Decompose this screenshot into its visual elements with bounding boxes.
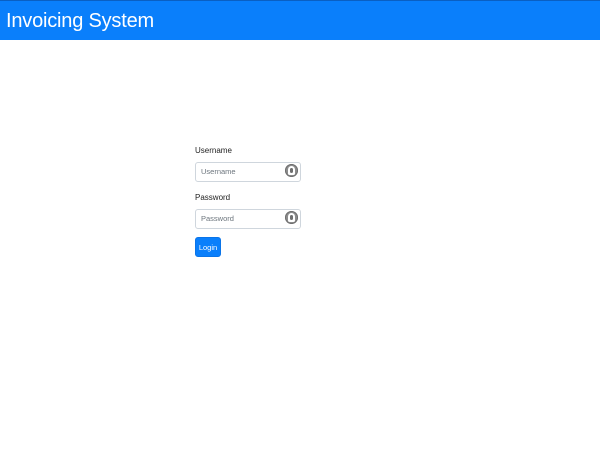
person-icon: [285, 211, 298, 224]
password-field-wrapper: [195, 208, 301, 229]
username-label: Username: [195, 146, 232, 155]
login-form: Username Password Login: [195, 146, 301, 257]
top-navbar: Invoicing System: [0, 0, 600, 40]
username-field-wrapper: [195, 161, 301, 182]
person-icon: [285, 164, 298, 177]
login-button[interactable]: Login: [195, 237, 221, 257]
app-title: Invoicing System: [6, 10, 154, 32]
password-label: Password: [195, 193, 231, 202]
